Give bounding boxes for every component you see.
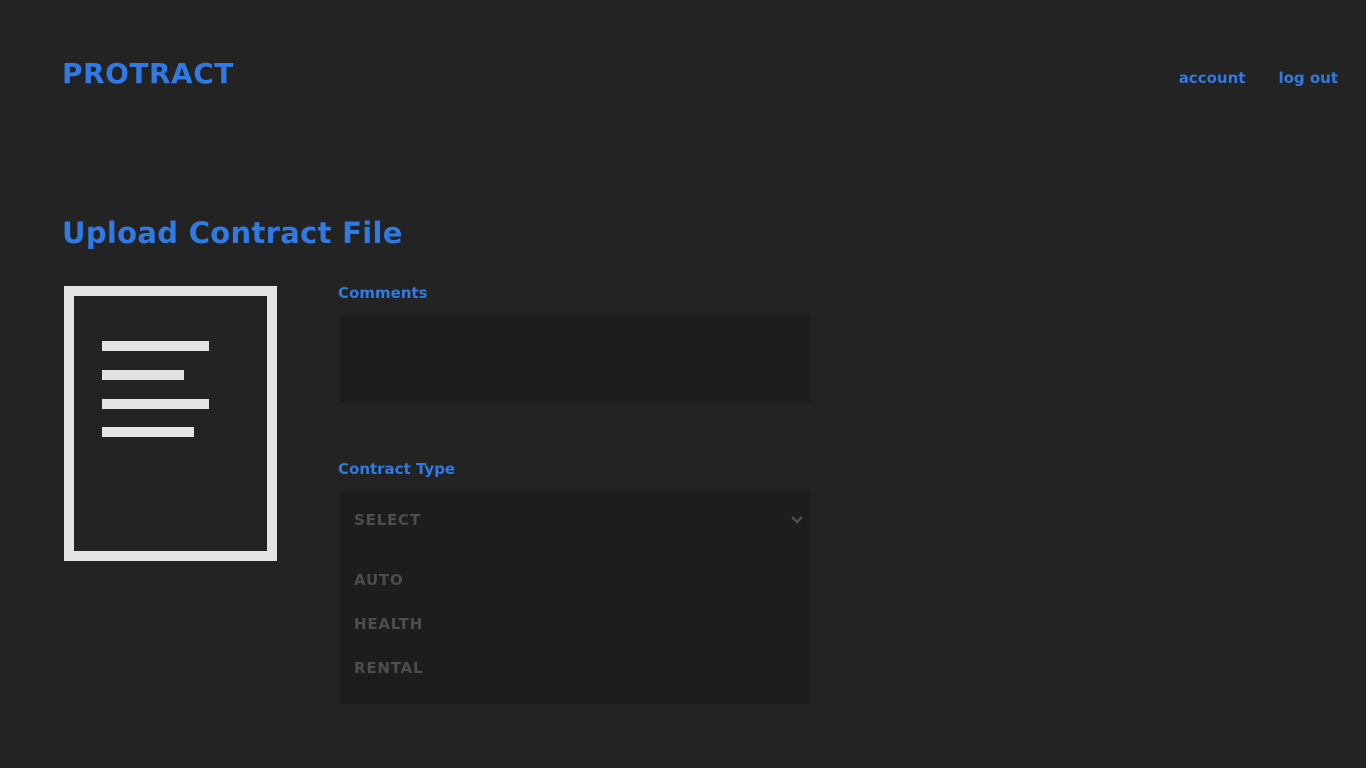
account-link[interactable]: account (1179, 68, 1246, 88)
document-line (102, 399, 209, 409)
document-line (102, 427, 194, 437)
contract-type-option-rental[interactable]: RENTAL (354, 658, 423, 678)
contract-type-select[interactable]: SELECT AUTO HEALTH RENTAL (340, 491, 810, 704)
app-logo[interactable]: PROTRACT (62, 56, 234, 92)
chevron-down-icon[interactable] (790, 515, 804, 525)
contract-type-option-auto[interactable]: AUTO (354, 570, 404, 590)
document-line (102, 341, 209, 351)
upload-page: PROTRACT account log out Upload Contract… (0, 0, 1366, 768)
comments-field[interactable] (340, 315, 810, 403)
logout-link[interactable]: log out (1278, 68, 1338, 88)
document-icon[interactable] (64, 286, 277, 561)
comments-label: Comments (338, 284, 428, 302)
contract-type-current[interactable]: SELECT (340, 491, 810, 547)
document-line (102, 370, 184, 380)
contract-type-option-health[interactable]: HEALTH (354, 614, 423, 634)
contract-type-label: Contract Type (338, 460, 456, 478)
page-title: Upload Contract File (62, 216, 403, 250)
contract-type-selected-value: SELECT (354, 511, 421, 529)
top-nav: account log out (1179, 68, 1338, 88)
